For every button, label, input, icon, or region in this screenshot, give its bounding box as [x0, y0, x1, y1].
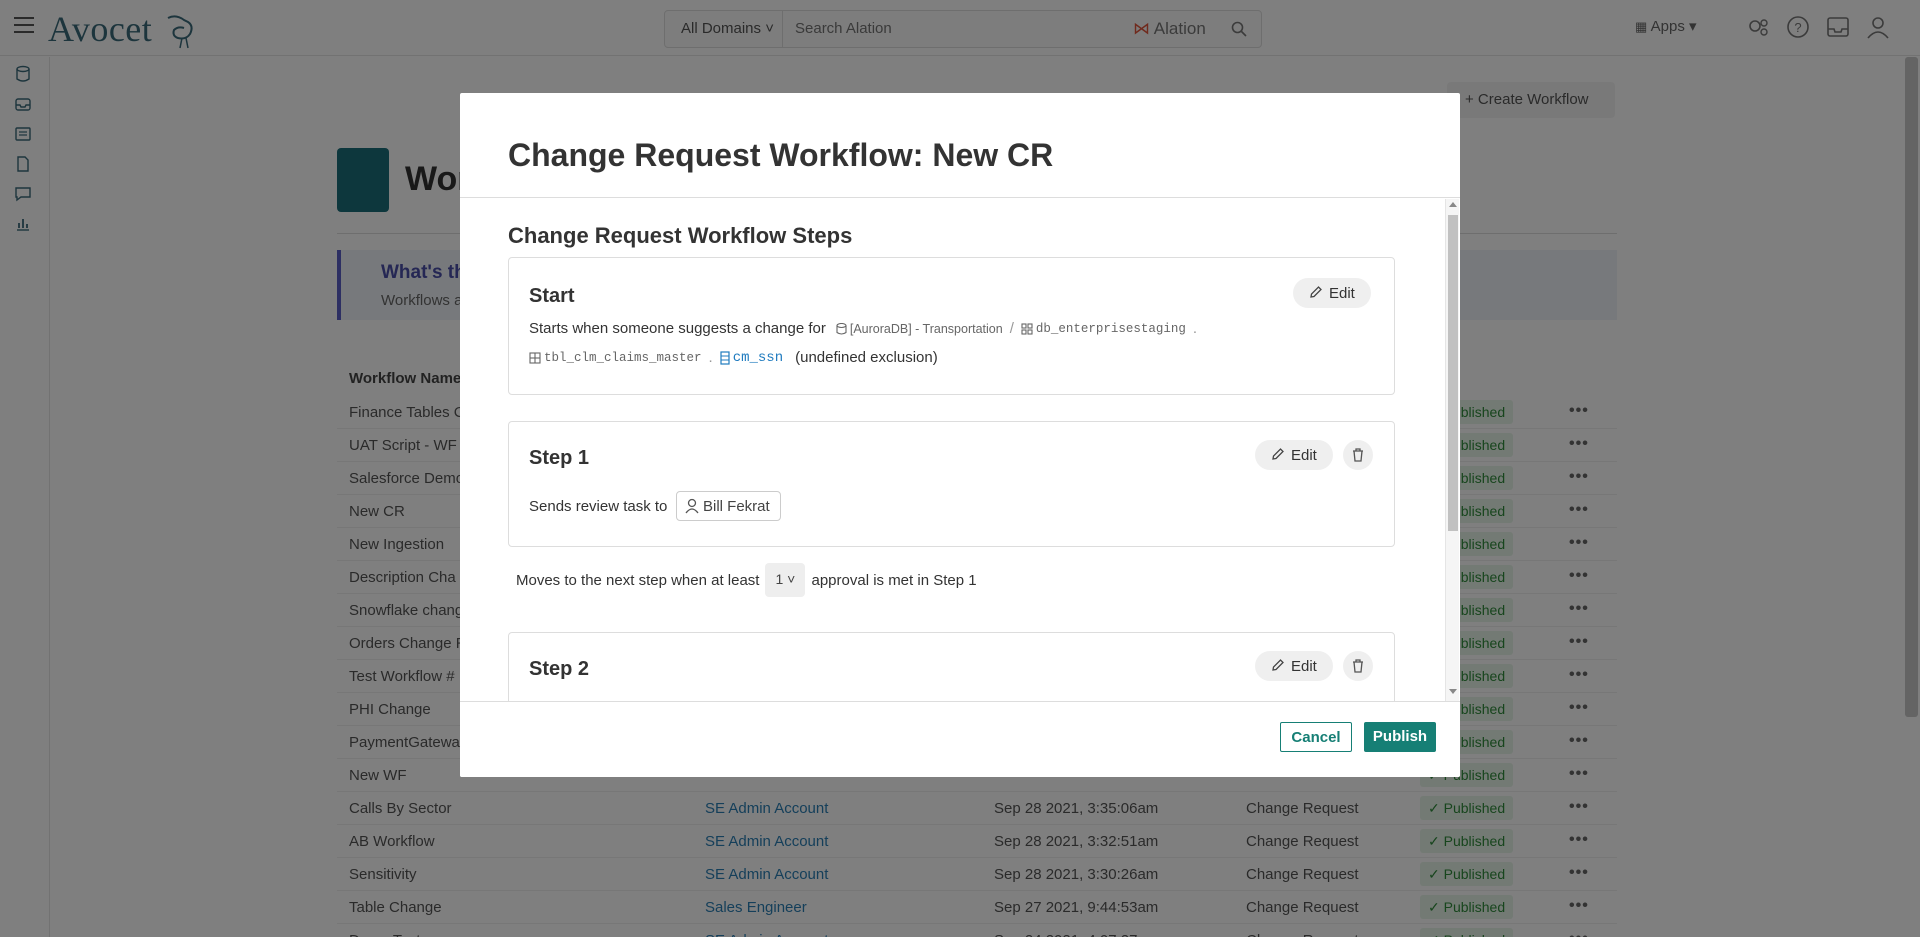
scroll-up-arrow-icon[interactable]	[1449, 202, 1457, 207]
modal-body: Change Request Workflow Steps Start Edit…	[460, 199, 1460, 701]
pencil-icon	[1310, 286, 1322, 298]
table-icon	[529, 351, 541, 364]
modal-footer: Cancel Publish	[460, 701, 1460, 777]
step1-title: Step 1	[529, 447, 590, 469]
steps-heading: Change Request Workflow Steps	[508, 223, 853, 248]
path-separator: /	[1009, 320, 1014, 337]
step1-delete-button[interactable]	[1343, 440, 1373, 470]
approval-count-select[interactable]: 1 ˅	[765, 563, 806, 597]
step2-delete-button[interactable]	[1343, 651, 1373, 681]
step1-card: Step 1 Edit Sends review task to Bill Fe…	[508, 421, 1395, 547]
scrollbar-thumb[interactable]	[1448, 215, 1458, 531]
approval-rule-prefix: Moves to the next step when at least	[516, 571, 760, 589]
start-title: Start	[529, 285, 575, 307]
reviewer-pill[interactable]: Bill Fekrat	[676, 491, 781, 521]
cancel-button[interactable]: Cancel	[1280, 722, 1352, 752]
modal-scrollbar[interactable]	[1445, 199, 1459, 701]
start-card: Start Edit Starts when someone suggests …	[508, 257, 1395, 395]
trash-icon	[1353, 659, 1363, 673]
approval-rule: Moves to the next step when at least 1 ˅…	[516, 563, 977, 597]
start-prefix: Starts when someone suggests a change fo…	[529, 320, 826, 337]
column-icon	[720, 350, 730, 365]
modal-header: Change Request Workflow: New CR	[460, 93, 1460, 198]
path-separator: .	[1192, 320, 1198, 337]
path-separator: .	[708, 349, 713, 366]
datasource-link[interactable]: [AuroraDB] - Transportation	[850, 322, 1003, 336]
column-link[interactable]: cm_ssn	[733, 350, 783, 366]
edit-label: Edit	[1291, 447, 1317, 464]
scroll-down-arrow-icon[interactable]	[1449, 689, 1457, 694]
edit-label: Edit	[1291, 658, 1317, 675]
step1-prefix: Sends review task to	[529, 498, 668, 515]
step1-edit-button[interactable]: Edit	[1255, 440, 1333, 470]
approval-rule-suffix: approval is met in Step 1	[811, 571, 977, 589]
edit-label: Edit	[1329, 285, 1355, 302]
change-request-workflow-modal: Change Request Workflow: New CR Change R…	[460, 93, 1460, 777]
table-link[interactable]: tbl_clm_claims_master	[544, 351, 702, 365]
modal-title: Change Request Workflow: New CR	[508, 137, 1054, 173]
schema-icon	[1021, 322, 1033, 335]
schema-link[interactable]: db_enterprisestaging	[1036, 322, 1186, 336]
user-icon	[685, 498, 699, 514]
publish-button[interactable]: Publish	[1364, 722, 1436, 752]
trash-icon	[1353, 448, 1363, 462]
pencil-icon	[1272, 659, 1284, 671]
exclusion-note: (undefined exclusion)	[795, 349, 938, 366]
datasource-icon	[836, 322, 847, 335]
start-edit-button[interactable]: Edit	[1293, 278, 1371, 308]
pencil-icon	[1272, 448, 1284, 460]
reviewer-name: Bill Fekrat	[703, 498, 770, 515]
step2-edit-button[interactable]: Edit	[1255, 651, 1333, 681]
step2-title: Step 2	[529, 658, 590, 680]
step2-card: Step 2 Edit	[508, 632, 1395, 701]
